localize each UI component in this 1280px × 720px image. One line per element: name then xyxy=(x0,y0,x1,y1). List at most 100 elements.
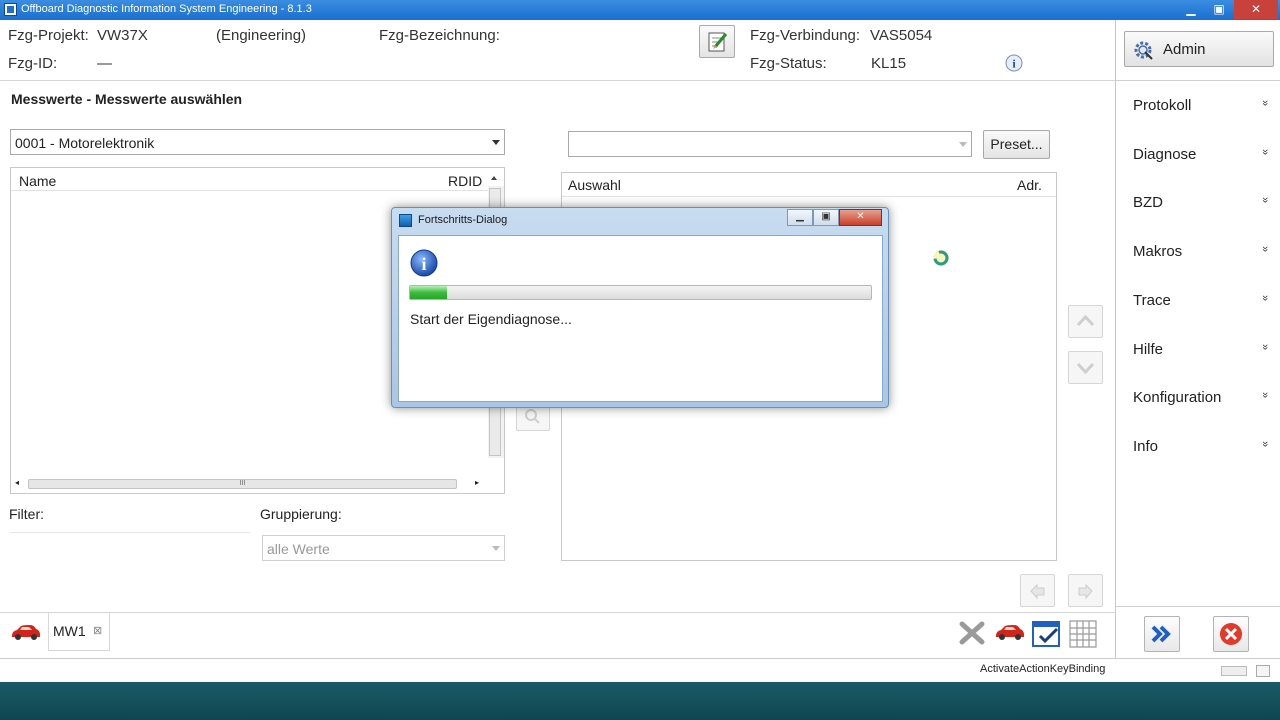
verbindung-label: Fzg-Verbindung: xyxy=(750,27,861,44)
bezeichnung-label: Fzg-Bezeichnung: xyxy=(379,27,500,44)
gruppierung-select[interactable]: alle Werte xyxy=(262,535,505,561)
filter-input[interactable] xyxy=(10,532,250,558)
sidebar-item-protokoll[interactable]: Protokoll » xyxy=(1116,87,1280,127)
dialog-maximize-button[interactable]: ▣ xyxy=(813,209,839,226)
tab-close-icon[interactable]: ⊠ xyxy=(93,624,102,637)
header-divider xyxy=(11,190,489,191)
ecu-select-value: 0001 - Motorelektronik xyxy=(15,135,155,151)
progress-bar xyxy=(409,285,872,300)
chevron-down-icon: » xyxy=(1258,440,1271,448)
app-icon xyxy=(4,3,17,16)
filter-label: Filter: xyxy=(9,506,44,522)
verbindung-value: VAS5054 xyxy=(870,27,933,44)
admin-button[interactable]: Admin xyxy=(1124,31,1274,67)
arrow-back-icon xyxy=(1030,583,1045,600)
sidebar-item-bzd[interactable]: BZD » xyxy=(1116,184,1280,224)
sidebar-item-diagnose[interactable]: Diagnose » xyxy=(1116,136,1280,176)
preset-button[interactable]: Preset... xyxy=(983,130,1050,159)
horizontal-scrollbar[interactable]: ◂ III ▸ xyxy=(13,476,487,492)
progress-dialog: Fortschritts-Dialog ▁ ▣ ✕ i Start der Ei… xyxy=(391,207,889,408)
tools-icon[interactable] xyxy=(957,619,987,647)
status-value: KL15 xyxy=(871,55,907,72)
move-down-button[interactable] xyxy=(1068,351,1103,384)
double-arrow-right-icon xyxy=(1151,625,1171,643)
svg-text:i: i xyxy=(421,254,426,274)
sidebar-item-label: Protokoll xyxy=(1133,97,1192,114)
tab-mw1[interactable]: MW1 ⊠ xyxy=(48,613,110,651)
window-titlebar: Offboard Diagnostic Information System E… xyxy=(0,0,1280,20)
scroll-right-icon[interactable]: ▸ xyxy=(475,478,479,487)
sidebar-item-label: Hilfe xyxy=(1133,341,1164,358)
sidebar-item-label: Makros xyxy=(1133,243,1183,260)
maximize-button[interactable]: ▣ xyxy=(1206,0,1232,19)
gruppierung-value: alle Werte xyxy=(267,541,330,557)
tab-bar: MW1 ⊠ xyxy=(0,612,1115,658)
sidebar-item-label: Info xyxy=(1133,438,1159,455)
minimize-button[interactable]: ▁ xyxy=(1178,0,1204,19)
chevron-down-icon xyxy=(492,140,500,145)
arrow-forward-icon xyxy=(1078,583,1093,600)
horizontal-scroll-thumb[interactable]: III xyxy=(28,479,457,489)
column-header-name: Name xyxy=(19,173,57,189)
sidebar-item-label: Trace xyxy=(1133,292,1171,309)
grid-icon[interactable] xyxy=(1068,619,1098,649)
chevron-down-icon: » xyxy=(1258,391,1271,399)
car-icon[interactable] xyxy=(10,621,42,643)
info-icon: i xyxy=(410,249,438,277)
ecu-select[interactable]: 0001 - Motorelektronik xyxy=(10,129,505,155)
chevron-down-icon: » xyxy=(1258,148,1271,156)
admin-label: Admin xyxy=(1163,41,1206,58)
sidebar-item-info[interactable]: Info » xyxy=(1116,428,1280,468)
sidebar-item-makros[interactable]: Makros » xyxy=(1116,233,1280,273)
chevron-down-icon xyxy=(959,142,967,147)
status-text: ActivateActionKeyBinding xyxy=(980,663,1106,675)
chevron-down-icon: » xyxy=(1258,294,1271,302)
sidebar-item-label: Konfiguration xyxy=(1133,389,1222,406)
chevron-down-icon xyxy=(1076,362,1095,375)
cancel-button[interactable] xyxy=(1213,616,1249,652)
column-header-auswahl: Auswahl xyxy=(568,177,621,193)
dialog-close-button[interactable]: ✕ xyxy=(839,209,882,226)
dialog-message: Start der Eigendiagnose... xyxy=(410,311,572,327)
sidebar-divider xyxy=(1116,80,1280,81)
move-up-button[interactable] xyxy=(1068,305,1103,338)
window-title: Offboard Diagnostic Information System E… xyxy=(21,3,312,15)
redo-button[interactable] xyxy=(1068,574,1103,607)
close-circle-icon xyxy=(1220,623,1242,645)
chevron-down-icon xyxy=(492,546,500,551)
column-header-adr: Adr. xyxy=(1017,177,1042,193)
sidebar-item-hilfe[interactable]: Hilfe » xyxy=(1116,331,1280,371)
dialog-title: Fortschritts-Dialog xyxy=(418,214,508,226)
sidebar-item-label: BZD xyxy=(1133,194,1163,211)
info-icon[interactable]: i xyxy=(1004,53,1024,73)
dialog-app-icon xyxy=(399,214,412,227)
vehicle-icon[interactable] xyxy=(994,621,1026,643)
dialog-content: i Start der Eigendiagnose... xyxy=(398,235,883,402)
chevron-down-icon: » xyxy=(1258,99,1271,107)
progress-bar-fill xyxy=(410,286,447,299)
scroll-left-icon[interactable]: ◂ xyxy=(15,478,19,487)
chevron-down-icon: » xyxy=(1258,196,1271,204)
window-restore-icon[interactable] xyxy=(1256,665,1270,677)
chevron-down-icon: » xyxy=(1258,343,1271,351)
close-window-button[interactable]: ✕ xyxy=(1234,0,1278,19)
preset-select[interactable] xyxy=(568,131,972,157)
dialog-minimize-button[interactable]: ▁ xyxy=(787,209,813,226)
page-title: Messwerte - Messwerte auswählen xyxy=(11,91,243,107)
chevron-down-icon: » xyxy=(1258,245,1271,253)
edit-icon xyxy=(708,32,728,52)
sort-ascending-icon xyxy=(491,176,497,180)
loading-spinner-icon xyxy=(933,250,949,266)
sidebar-item-label: Diagnose xyxy=(1133,146,1197,163)
continue-button[interactable] xyxy=(1144,616,1180,652)
projekt-value: VW37X xyxy=(97,27,148,44)
vehicle-header: Fzg-Projekt: VW37X (Engineering) Fzg-Bez… xyxy=(0,20,1115,81)
sidebar-item-konfiguration[interactable]: Konfiguration » xyxy=(1116,379,1280,419)
column-header-rdid: RDID xyxy=(448,173,483,189)
edit-vehicle-button[interactable] xyxy=(699,25,735,58)
os-taskbar xyxy=(0,682,1280,720)
checklist-icon[interactable] xyxy=(1031,619,1063,649)
projekt-label: Fzg-Projekt: xyxy=(8,27,89,44)
sidebar-item-trace[interactable]: Trace » xyxy=(1116,282,1280,322)
undo-button[interactable] xyxy=(1020,574,1055,607)
